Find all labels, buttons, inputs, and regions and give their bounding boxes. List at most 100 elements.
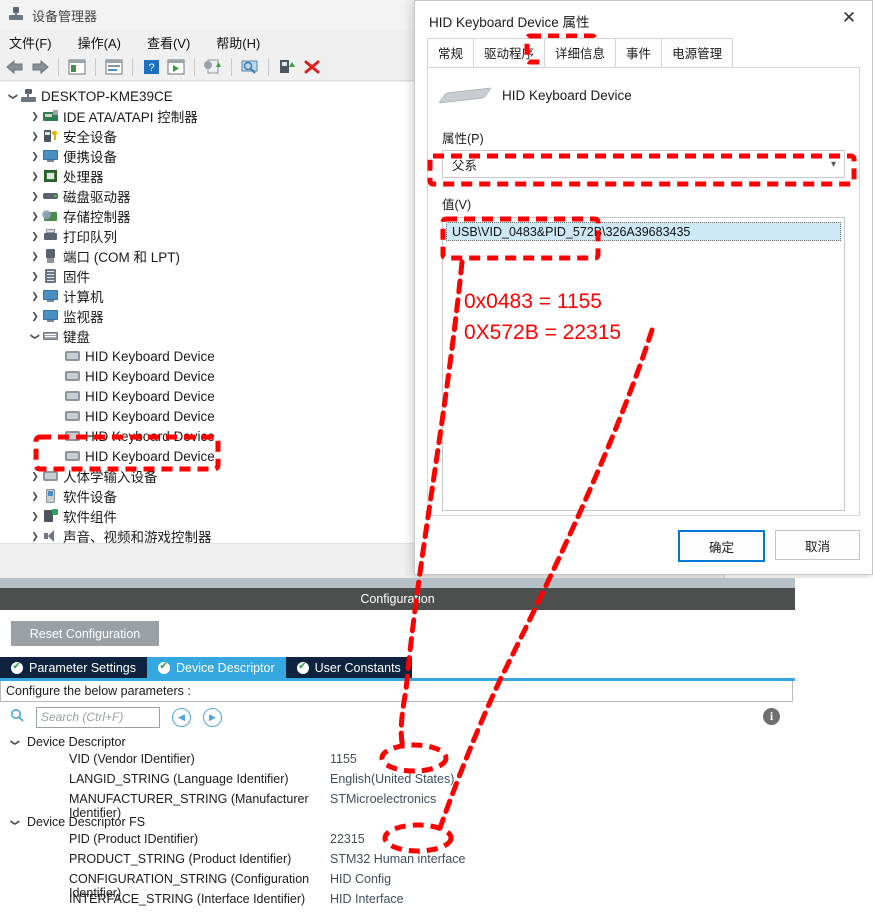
chevron-right-icon[interactable] (28, 531, 42, 542)
close-icon[interactable]: ✕ (826, 1, 872, 35)
value-listbox[interactable]: USB\VID_0483&PID_572B\326A39683435 (442, 217, 845, 511)
parameter-row[interactable]: PID (Product IDentifier) 22315 (0, 832, 873, 852)
device-manager-icon (8, 7, 24, 23)
show-hide-console-tree-icon[interactable] (66, 56, 88, 78)
hid-keyboard-icon (64, 428, 81, 444)
dialog-tab-3[interactable]: 详细信息 (544, 38, 617, 67)
parameter-list[interactable]: Device Descriptor VID (Vendor IDentifier)… (0, 732, 873, 912)
back-arrow-icon[interactable] (4, 56, 26, 78)
menu-file[interactable]: 文件(F) (6, 32, 55, 53)
property-select[interactable]: 父系 ▾ (442, 150, 845, 178)
config-tab-label: User Constants (314, 660, 401, 675)
tree-item-label: 固件 (63, 270, 90, 285)
check-circle-icon (296, 661, 309, 674)
chevron-right-icon[interactable] (28, 511, 42, 522)
toolbar-divider (95, 58, 96, 76)
info-icon[interactable]: i (763, 708, 780, 725)
update-driver-icon[interactable] (202, 56, 224, 78)
chevron-left-circle-icon[interactable]: ◀ (172, 707, 191, 727)
chevron-right-icon[interactable] (28, 231, 42, 242)
tree-item-label: 监视器 (63, 310, 104, 325)
chevron-right-icon[interactable] (28, 111, 42, 122)
properties-icon[interactable] (103, 56, 125, 78)
parameter-row[interactable]: INTERFACE_STRING (Interface Identifier) H… (0, 892, 873, 912)
scan-icon[interactable] (165, 56, 187, 78)
processor-icon (42, 168, 59, 184)
parameter-value[interactable]: 22315 (330, 832, 365, 852)
chevron-right-icon[interactable] (28, 271, 42, 282)
parameter-row[interactable]: LANGID_STRING (Language Identifier) Engli… (0, 772, 873, 792)
parameter-row[interactable]: CONFIGURATION_STRING (Configuration Iden… (0, 872, 873, 900)
tree-item-label: 软件设备 (63, 490, 117, 505)
scan-hardware-changes-icon[interactable] (239, 56, 261, 78)
dialog-tab-5[interactable]: 电源管理 (661, 38, 734, 67)
chevron-down-icon[interactable] (8, 817, 22, 828)
menu-view[interactable]: 查看(V) (144, 32, 193, 53)
value-list-item[interactable]: USB\VID_0483&PID_572B\326A39683435 (446, 222, 841, 241)
menu-help[interactable]: 帮助(H) (213, 32, 263, 53)
tree-item-label: 计算机 (63, 290, 104, 305)
search-row: Search (Ctrl+F) ◀ ▶ i (0, 702, 873, 732)
dialog-tab-4[interactable]: 事件 (615, 38, 663, 67)
cancel-button[interactable]: 取消 (775, 530, 860, 560)
chevron-right-icon[interactable] (28, 191, 42, 202)
dialog-buttons: 确定 取消 (678, 530, 860, 562)
config-tab-2[interactable]: Device Descriptor (147, 657, 286, 678)
config-tab-1[interactable]: Parameter Settings (0, 657, 147, 678)
reset-configuration-button[interactable]: Reset Configuration (11, 621, 159, 646)
configuration-tabs[interactable]: Parameter Settings Device Descriptor User … (0, 657, 873, 678)
parameter-value[interactable]: STM32 Human interface (330, 852, 465, 872)
tree-item-label: 键盘 (63, 330, 90, 345)
parameter-group[interactable]: Device Descriptor FS (0, 812, 873, 832)
chevron-right-icon[interactable] (28, 171, 42, 182)
parameter-value[interactable]: 1155 (330, 752, 357, 772)
device-manager-title: 设备管理器 (32, 8, 98, 24)
parameter-row[interactable]: VID (Vendor IDentifier) 1155 (0, 752, 873, 772)
uninstall-device-icon[interactable] (301, 56, 323, 78)
chevron-right-circle-icon[interactable]: ▶ (203, 707, 222, 727)
computer-node-icon (42, 288, 59, 304)
dialog-tab-2[interactable]: 驱动程序 (473, 38, 546, 67)
parameter-row[interactable]: MANUFACTURER_STRING (Manufacturer Identi… (0, 792, 873, 820)
chevron-down-icon[interactable] (28, 331, 42, 342)
storage-controller-icon (42, 208, 59, 224)
chevron-right-icon[interactable] (28, 491, 42, 502)
chevron-down-icon[interactable] (6, 91, 20, 102)
parameter-value[interactable]: STMicroelectronics (330, 792, 436, 812)
tree-item-label: DESKTOP-KME39CE (41, 88, 173, 104)
parameter-name: PID (Product IDentifier) (69, 832, 199, 846)
search-input[interactable]: Search (Ctrl+F) (36, 706, 160, 728)
tree-item-label: 处理器 (63, 170, 104, 185)
parameter-group[interactable]: Device Descriptor (0, 732, 873, 752)
chevron-down-icon[interactable] (8, 737, 22, 748)
config-tab-label: Device Descriptor (176, 660, 275, 675)
dialog-tabs[interactable]: 常规 驱动程序 详细信息 事件 电源管理 (415, 38, 872, 67)
tree-item-label: HID Keyboard Device (85, 408, 215, 424)
chevron-right-icon[interactable] (28, 311, 42, 322)
menu-action[interactable]: 操作(A) (75, 32, 124, 53)
chevron-right-icon[interactable] (28, 131, 42, 142)
parameter-value[interactable]: HID Config (330, 872, 391, 892)
hid-keyboard-icon (64, 388, 81, 404)
parameter-value[interactable]: HID Interface (330, 892, 404, 912)
chevron-right-icon[interactable] (28, 291, 42, 302)
chevron-right-icon[interactable] (28, 211, 42, 222)
parameter-name: LANGID_STRING (Language Identifier) (69, 772, 289, 786)
parameter-row[interactable]: PRODUCT_STRING (Product Identifier) STM32… (0, 852, 873, 872)
forward-arrow-icon[interactable] (29, 56, 51, 78)
chevron-right-icon[interactable] (28, 151, 42, 162)
dialog-tab-1[interactable]: 常规 (427, 38, 475, 67)
enable-device-icon[interactable] (276, 56, 298, 78)
tree-item-label: 存储控制器 (63, 210, 131, 225)
parameter-value[interactable]: English(United States) (330, 772, 454, 792)
config-tab-3[interactable]: User Constants (285, 657, 412, 678)
parameter-name: MANUFACTURER_STRING (Manufacturer Identi… (69, 792, 309, 820)
parameter-group-label: Device Descriptor FS (27, 815, 146, 829)
hid-keyboard-icon (64, 348, 81, 364)
help-icon[interactable]: ? (140, 56, 162, 78)
tree-item-label: IDE ATA/ATAPI 控制器 (63, 110, 198, 125)
chevron-right-icon[interactable] (28, 251, 42, 262)
ok-button[interactable]: 确定 (678, 530, 765, 562)
chevron-right-icon[interactable] (28, 471, 42, 482)
tree-item-label: HID Keyboard Device (85, 448, 215, 464)
